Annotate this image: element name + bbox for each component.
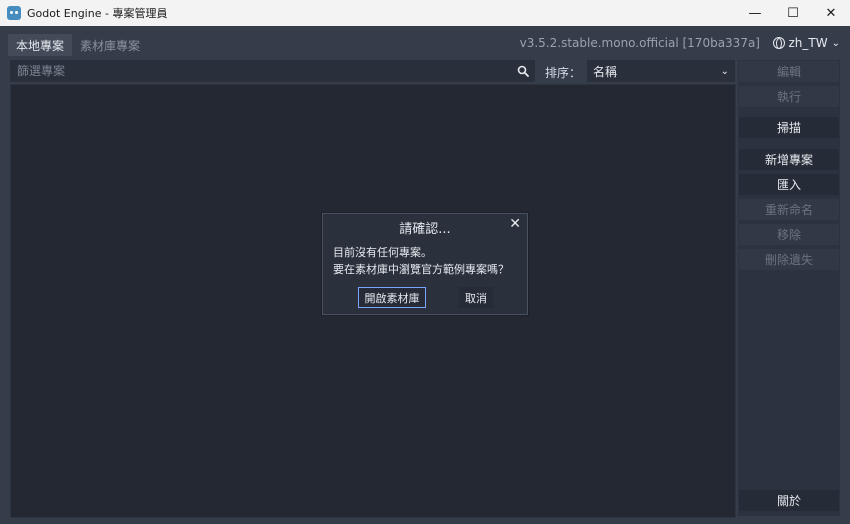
sort-label: 排序： <box>545 66 582 80</box>
remove-missing-button[interactable]: 刪除遺失 <box>739 249 839 270</box>
scan-button[interactable]: 掃描 <box>739 117 839 138</box>
dialog-message-line-2: 要在素材庫中瀏覽官方範例專案嗎？ <box>333 263 509 276</box>
dialog-message: 目前沒有任何專案。 要在素材庫中瀏覽官方範例專案嗎？ <box>333 244 509 278</box>
about-button[interactable]: 關於 <box>739 490 839 511</box>
open-asset-library-button[interactable]: 開啟素材庫 <box>358 287 426 308</box>
edit-button[interactable]: 編輯 <box>739 61 839 82</box>
language-selector[interactable]: zh_TW ⌄ <box>772 36 840 50</box>
dialog-message-line-1: 目前沒有任何專案。 <box>333 246 432 259</box>
run-button[interactable]: 執行 <box>739 86 839 107</box>
globe-icon <box>772 37 785 49</box>
close-icon[interactable]: ✕ <box>509 216 521 232</box>
filter-bar <box>10 60 535 82</box>
new-project-button[interactable]: 新增專案 <box>739 149 839 170</box>
maximize-button[interactable]: ☐ <box>774 0 812 26</box>
search-icon[interactable] <box>512 65 534 77</box>
rename-button[interactable]: 重新命名 <box>739 199 839 220</box>
chevron-down-icon: ⌄ <box>831 37 840 49</box>
dialog-title: 請確認... <box>399 222 451 237</box>
version-label: v3.5.2.stable.mono.official [170ba337a] <box>519 36 760 50</box>
tab-asset-library-projects[interactable]: 素材庫專案 <box>72 34 148 56</box>
sort-selected-value: 名稱 <box>593 64 618 79</box>
remove-button[interactable]: 移除 <box>739 224 839 245</box>
tab-local-projects[interactable]: 本地專案 <box>8 34 73 56</box>
window-title: Godot Engine - 專案管理員 <box>27 7 168 20</box>
godot-logo-icon <box>7 6 21 20</box>
import-button[interactable]: 匯入 <box>739 174 839 195</box>
close-button[interactable]: ✕ <box>812 0 850 26</box>
sort-dropdown[interactable]: 名稱 ⌄ <box>587 60 735 82</box>
window-controls: — ☐ ✕ <box>736 0 850 26</box>
tab-bar: 本地專案 素材庫專案 <box>8 34 148 56</box>
filter-projects-input[interactable] <box>11 61 512 81</box>
chevron-down-icon: ⌄ <box>720 65 729 77</box>
minimize-button[interactable]: — <box>736 0 774 26</box>
cancel-button[interactable]: 取消 <box>459 287 493 308</box>
language-label: zh_TW <box>788 36 828 50</box>
window-titlebar: Godot Engine - 專案管理員 — ☐ ✕ <box>0 0 850 26</box>
action-sidebar: 編輯 執行 掃描 新增專案 匯入 重新命名 移除 刪除遺失 關於 <box>738 60 840 516</box>
confirm-dialog: 請確認... ✕ 目前沒有任何專案。 要在素材庫中瀏覽官方範例專案嗎？ 開啟素材… <box>322 213 528 315</box>
